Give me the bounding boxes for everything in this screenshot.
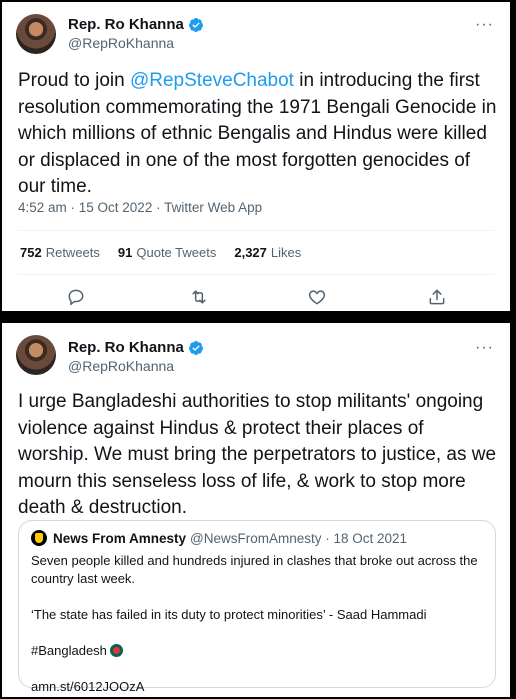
more-icon[interactable]: ··· bbox=[475, 16, 494, 34]
tweet-card-2[interactable]: Rep. Ro Khanna @RepRoKhanna ··· I urge B… bbox=[2, 323, 510, 697]
quoted-tweet-header: News From Amnesty @NewsFromAmnesty · 18 … bbox=[31, 530, 407, 546]
likes-count: 2,327 bbox=[234, 245, 267, 260]
author-handle[interactable]: @RepRoKhanna bbox=[68, 358, 174, 374]
amnesty-logo-icon bbox=[31, 530, 47, 546]
divider bbox=[18, 274, 494, 275]
quoted-line: ‘The state has failed in its duty to pro… bbox=[31, 607, 427, 622]
author-handle[interactable]: @RepRoKhanna bbox=[68, 35, 174, 51]
divider bbox=[18, 230, 494, 231]
verified-badge-icon bbox=[188, 340, 203, 355]
quoted-tweet-body: Seven people killed and hundreds injured… bbox=[31, 552, 487, 696]
quoted-author-meta: @NewsFromAmnesty · 18 Oct 2021 bbox=[190, 530, 408, 546]
tweet-timestamp[interactable]: 4:52 am · 15 Oct 2022 · Twitter Web App bbox=[18, 200, 262, 215]
quoted-link[interactable]: amn.st/6012JOOzA bbox=[31, 678, 487, 696]
author-row: Rep. Ro Khanna bbox=[68, 339, 204, 356]
tweet-stats: 752 Retweets 91 Quote Tweets 2,327 Likes bbox=[20, 245, 301, 260]
author-name[interactable]: Rep. Ro Khanna bbox=[68, 16, 184, 33]
more-icon[interactable]: ··· bbox=[475, 339, 494, 357]
quoted-tweet[interactable]: News From Amnesty @NewsFromAmnesty · 18 … bbox=[18, 520, 496, 694]
quotes-count: 91 bbox=[117, 245, 133, 260]
retweets-stat[interactable]: 752 Retweets bbox=[20, 245, 100, 260]
flag-bangladesh-icon bbox=[109, 644, 123, 657]
quoted-author-name: News From Amnesty bbox=[53, 530, 187, 546]
retweet-icon[interactable] bbox=[189, 287, 209, 307]
retweets-count: 752 bbox=[20, 245, 42, 260]
retweets-label: Retweets bbox=[45, 245, 100, 260]
avatar[interactable] bbox=[16, 335, 56, 375]
author-row: Rep. Ro Khanna bbox=[68, 16, 204, 33]
verified-badge-icon bbox=[188, 17, 203, 32]
quoted-line: Seven people killed and hundreds injured… bbox=[31, 553, 478, 586]
tweet-card-1[interactable]: Rep. Ro Khanna @RepRoKhanna ··· Proud to… bbox=[2, 2, 510, 311]
quotes-stat[interactable]: 91 Quote Tweets bbox=[118, 245, 216, 260]
hashtag[interactable]: #Bangladesh bbox=[31, 643, 107, 658]
author-name[interactable]: Rep. Ro Khanna bbox=[68, 339, 184, 356]
avatar[interactable] bbox=[16, 14, 56, 54]
tweet-text: I urge Bangladeshi authorities to stop m… bbox=[18, 391, 497, 518]
quoted-hashtag-line: #Bangladesh bbox=[31, 642, 487, 660]
like-icon[interactable] bbox=[307, 287, 327, 307]
reply-icon[interactable] bbox=[66, 287, 86, 307]
tweet-text: Proud to join @RepSteveChabot in introdu… bbox=[18, 68, 498, 201]
mention-link[interactable]: @RepSteveChabot bbox=[130, 70, 294, 91]
likes-stat[interactable]: 2,327 Likes bbox=[234, 245, 301, 260]
quotes-label: Quote Tweets bbox=[136, 245, 217, 260]
tweet-text-part: Proud to join bbox=[18, 70, 130, 91]
likes-label: Likes bbox=[270, 245, 302, 260]
share-icon[interactable] bbox=[427, 287, 447, 307]
action-bar bbox=[2, 287, 510, 309]
